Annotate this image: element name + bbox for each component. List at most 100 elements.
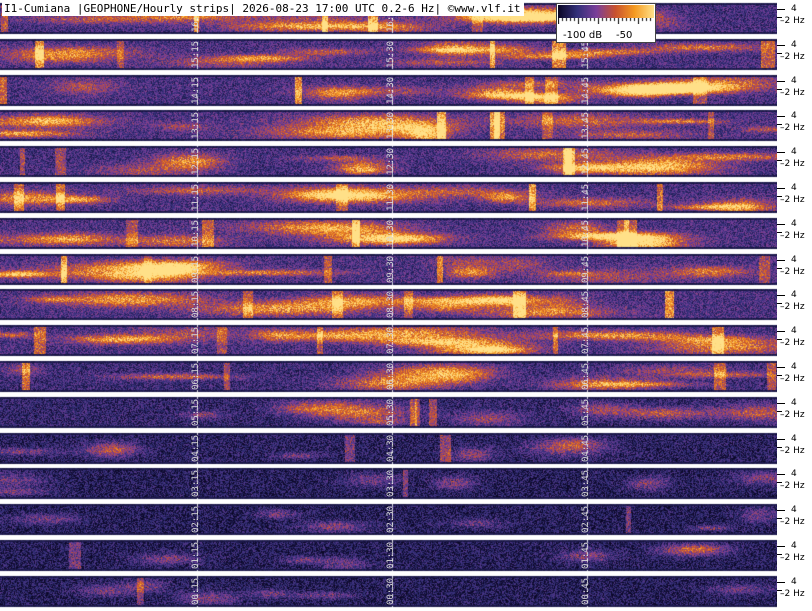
time-label: 07:15 [191,327,201,355]
axis-tick [777,44,785,46]
axis-label-upper: 4 [791,326,797,337]
axis-label-lower: –2 Hz [780,517,805,528]
legend-min-label: -100 dB [563,30,603,41]
time-label: 13:45 [581,112,591,140]
axis-label-lower: –2 Hz [780,159,805,170]
axis-label-lower: –2 Hz [780,374,805,384]
time-label: 06:15 [191,362,201,390]
time-label: 09:45 [581,255,591,283]
time-label: 10:45 [581,219,591,247]
axis-tick [777,331,785,333]
time-label: 05:15 [191,398,201,426]
axis-label-upper: 4 [791,505,797,516]
time-label: 11:30 [386,183,396,211]
axis-tick [777,474,785,476]
time-label: 12:15 [191,148,201,176]
time-label: 06:30 [386,362,396,390]
axis-label-upper: 4 [791,290,797,301]
axis-tick [777,223,785,225]
time-label: 01:30 [386,541,396,569]
axis-label-lower: –2 Hz [780,481,805,492]
time-label: 14:15 [191,76,201,104]
time-label: 15:15 [191,40,201,68]
axis-tick [777,80,785,82]
time-label: 12:45 [581,148,591,176]
axis-label-lower: –2 Hz [780,553,805,563]
axis-tick [777,295,785,297]
time-label: 10:15 [191,219,201,247]
time-label: 12:30 [386,148,396,176]
axis-label-upper: 4 [791,4,797,14]
time-label: 13:15 [191,112,201,140]
axis-label-lower: –2 Hz [780,51,805,62]
axis-label-upper: 4 [791,147,797,158]
axis-tick [777,581,785,583]
time-label: 05:30 [386,398,396,426]
axis-tick [777,152,785,154]
axis-label-upper: 4 [791,75,797,86]
time-label: 09:15 [191,255,201,283]
axis-label-upper: 4 [791,111,797,122]
axis-tick [777,402,785,404]
time-label: 07:30 [386,327,396,355]
time-label: 01:15 [191,541,201,569]
time-label: 14:30 [386,76,396,104]
axis-label-upper: 4 [791,362,797,372]
spectrogram-stage [0,0,812,611]
axis-tick [777,438,785,440]
axis-label-upper: 4 [791,541,797,551]
axis-label-lower: –2 Hz [780,195,805,205]
axis-label-upper: 4 [791,39,797,50]
axis-label-lower: –2 Hz [780,409,805,420]
time-label: 09:30 [386,255,396,283]
axis-label-upper: 4 [791,576,797,587]
axis-tick [777,367,785,368]
axis-tick [777,546,785,547]
time-label: 15:30 [386,40,396,68]
time-label: 04:30 [386,434,396,462]
time-label: 03:15 [191,470,201,498]
axis-label-upper: 4 [791,254,797,265]
axis-label-lower: –2 Hz [780,16,805,26]
axis-label-lower: –2 Hz [780,445,805,456]
axis-label-upper: 4 [791,469,797,480]
axis-tick [777,116,785,118]
axis-label-upper: 4 [791,183,797,193]
color-scale-ticks [558,18,654,24]
axis-label-lower: –2 Hz [780,230,805,241]
time-label: 14:45 [581,76,591,104]
time-label: 04:45 [581,434,591,462]
time-label: 06:45 [581,362,591,390]
axis-tick [777,510,785,512]
time-label: 01:45 [581,541,591,569]
time-label: 04:15 [191,434,201,462]
axis-label-lower: –2 Hz [780,588,805,599]
color-scale-legend: -100 dB -50 [556,3,656,43]
time-label: 03:30 [386,470,396,498]
time-label: 11:45 [581,183,591,211]
axis-tick [777,188,785,189]
time-label: 00:30 [386,577,396,605]
time-label: 05:45 [581,398,591,426]
time-label: 08:30 [386,291,396,319]
axis-tick [777,9,785,10]
axis-label-lower: –2 Hz [780,87,805,98]
axis-label-lower: –2 Hz [780,302,805,313]
axis-label-lower: –2 Hz [780,123,805,134]
axis-label-upper: 4 [791,218,797,229]
axis-label-upper: 4 [791,397,797,408]
time-label: 02:30 [386,506,396,534]
legend-max-label: -50 [616,30,633,41]
color-scale-bar [558,5,654,18]
time-label: 13:30 [386,112,396,140]
axis-tick [777,259,785,261]
axis-label-lower: –2 Hz [780,338,805,349]
time-label: 08:45 [581,291,591,319]
time-label: 03:45 [581,470,591,498]
time-label: 00:45 [581,577,591,605]
time-label: 11:15 [191,183,201,211]
axis-label-upper: 4 [791,433,797,444]
axis-label-lower: –2 Hz [780,266,805,277]
frequency-axis: 4 –2 Hz 4 –2 Hz 4 –2 Hz 4 –2 Hz 4 –2 Hz 4 –2 Hz 4 –2 … [777,0,812,611]
time-label: 00:15 [191,577,201,605]
